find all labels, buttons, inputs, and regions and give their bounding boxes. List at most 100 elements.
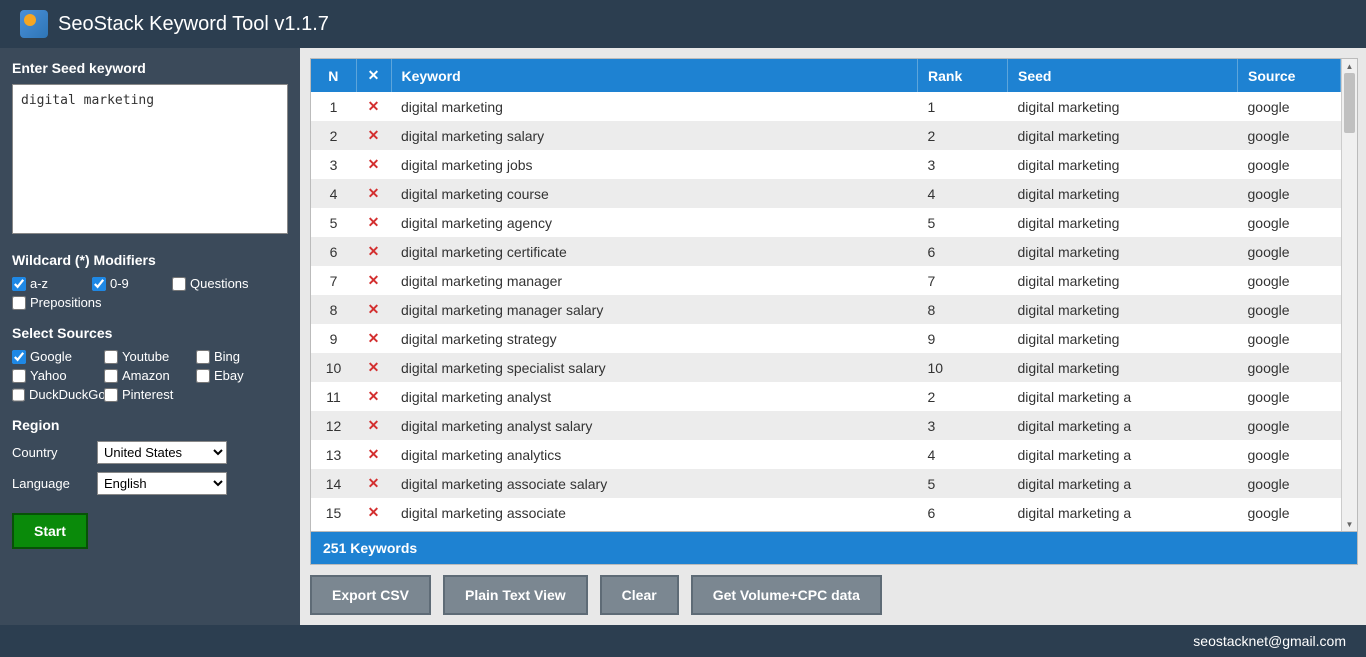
cell-source: google bbox=[1238, 469, 1341, 498]
delete-row-icon[interactable]: ✕ bbox=[356, 237, 391, 266]
cell-rank: 5 bbox=[918, 208, 1008, 237]
cell-source: google bbox=[1238, 150, 1341, 179]
delete-row-icon[interactable]: ✕ bbox=[356, 469, 391, 498]
source-Ebay-label[interactable]: Ebay bbox=[214, 368, 244, 383]
scroll-down-icon[interactable]: ▼ bbox=[1342, 517, 1357, 531]
col-n[interactable]: N bbox=[311, 59, 356, 92]
table-row[interactable]: 2 ✕ digital marketing salary 2 digital m… bbox=[311, 121, 1341, 150]
delete-row-icon[interactable]: ✕ bbox=[356, 179, 391, 208]
modifier-Questions-label[interactable]: Questions bbox=[190, 276, 249, 291]
delete-row-icon[interactable]: ✕ bbox=[356, 382, 391, 411]
scroll-thumb[interactable] bbox=[1344, 73, 1355, 133]
modifier-0-9-checkbox[interactable] bbox=[92, 277, 106, 291]
source-Amazon-checkbox[interactable] bbox=[104, 369, 118, 383]
country-select[interactable]: United States bbox=[97, 441, 227, 464]
source-Google-label[interactable]: Google bbox=[30, 349, 72, 364]
source-Youtube-label[interactable]: Youtube bbox=[122, 349, 169, 364]
table-row[interactable]: 5 ✕ digital marketing agency 5 digital m… bbox=[311, 208, 1341, 237]
table-row[interactable]: 6 ✕ digital marketing certificate 6 digi… bbox=[311, 237, 1341, 266]
source-Youtube-checkbox[interactable] bbox=[104, 350, 118, 364]
cell-rank: 8 bbox=[918, 295, 1008, 324]
table-row[interactable]: 10 ✕ digital marketing specialist salary… bbox=[311, 353, 1341, 382]
delete-row-icon[interactable]: ✕ bbox=[356, 411, 391, 440]
region-label: Region bbox=[12, 417, 288, 433]
cell-n: 8 bbox=[311, 295, 356, 324]
start-button[interactable]: Start bbox=[12, 513, 88, 549]
cell-rank: 3 bbox=[918, 150, 1008, 179]
clear-button[interactable]: Clear bbox=[600, 575, 679, 615]
volume-cpc-button[interactable]: Get Volume+CPC data bbox=[691, 575, 882, 615]
table-row[interactable]: 14 ✕ digital marketing associate salary … bbox=[311, 469, 1341, 498]
cell-n: 10 bbox=[311, 353, 356, 382]
cell-source: google bbox=[1238, 92, 1341, 121]
modifier-Prepositions-label[interactable]: Prepositions bbox=[30, 295, 102, 310]
vertical-scrollbar[interactable]: ▲ ▼ bbox=[1341, 59, 1357, 531]
table-row[interactable]: 13 ✕ digital marketing analytics 4 digit… bbox=[311, 440, 1341, 469]
modifier-a-z-label[interactable]: a-z bbox=[30, 276, 48, 291]
cell-source: google bbox=[1238, 411, 1341, 440]
seed-label: Enter Seed keyword bbox=[12, 60, 288, 76]
delete-row-icon[interactable]: ✕ bbox=[356, 150, 391, 179]
footer-email: seostacknet@gmail.com bbox=[1193, 633, 1346, 649]
cell-rank: 1 bbox=[918, 92, 1008, 121]
modifier-a-z-checkbox[interactable] bbox=[12, 277, 26, 291]
cell-n: 15 bbox=[311, 498, 356, 527]
modifier-Questions-checkbox[interactable] bbox=[172, 277, 186, 291]
cell-keyword: digital marketing bbox=[391, 92, 918, 121]
delete-row-icon[interactable]: ✕ bbox=[356, 353, 391, 382]
modifier-Prepositions-checkbox[interactable] bbox=[12, 296, 26, 310]
source-Ebay-checkbox[interactable] bbox=[196, 369, 210, 383]
cell-seed: digital marketing a bbox=[1008, 382, 1238, 411]
delete-row-icon[interactable]: ✕ bbox=[356, 92, 391, 121]
delete-row-icon[interactable]: ✕ bbox=[356, 121, 391, 150]
source-Pinterest-checkbox[interactable] bbox=[104, 388, 118, 402]
app-title: SeoStack Keyword Tool v1.1.7 bbox=[58, 13, 329, 36]
table-row[interactable]: 11 ✕ digital marketing analyst 2 digital… bbox=[311, 382, 1341, 411]
source-DuckDuckGo-checkbox[interactable] bbox=[12, 388, 25, 402]
source-Yahoo-label[interactable]: Yahoo bbox=[30, 368, 67, 383]
table-row[interactable]: 1 ✕ digital marketing 1 digital marketin… bbox=[311, 92, 1341, 121]
delete-row-icon[interactable]: ✕ bbox=[356, 498, 391, 527]
table-row[interactable]: 8 ✕ digital marketing manager salary 8 d… bbox=[311, 295, 1341, 324]
source-Pinterest-label[interactable]: Pinterest bbox=[122, 387, 173, 402]
plain-text-button[interactable]: Plain Text View bbox=[443, 575, 588, 615]
table-row[interactable]: 4 ✕ digital marketing course 4 digital m… bbox=[311, 179, 1341, 208]
col-seed[interactable]: Seed bbox=[1008, 59, 1238, 92]
table-row[interactable]: 3 ✕ digital marketing jobs 3 digital mar… bbox=[311, 150, 1341, 179]
scroll-up-icon[interactable]: ▲ bbox=[1342, 59, 1357, 73]
seed-input[interactable]: digital marketing bbox=[12, 84, 288, 234]
cell-n: 14 bbox=[311, 469, 356, 498]
col-source[interactable]: Source bbox=[1238, 59, 1341, 92]
cell-keyword: digital marketing course bbox=[391, 179, 918, 208]
export-csv-button[interactable]: Export CSV bbox=[310, 575, 431, 615]
col-keyword[interactable]: Keyword bbox=[391, 59, 918, 92]
table-row[interactable]: 12 ✕ digital marketing analyst salary 3 … bbox=[311, 411, 1341, 440]
source-Bing-label[interactable]: Bing bbox=[214, 349, 240, 364]
source-Amazon-label[interactable]: Amazon bbox=[122, 368, 170, 383]
delete-row-icon[interactable]: ✕ bbox=[356, 440, 391, 469]
delete-row-icon[interactable]: ✕ bbox=[356, 324, 391, 353]
source-DuckDuckGo-label[interactable]: DuckDuckGo bbox=[29, 387, 106, 402]
cell-source: google bbox=[1238, 208, 1341, 237]
cell-seed: digital marketing bbox=[1008, 150, 1238, 179]
cell-rank: 6 bbox=[918, 498, 1008, 527]
delete-row-icon[interactable]: ✕ bbox=[356, 266, 391, 295]
language-select[interactable]: English bbox=[97, 472, 227, 495]
results-table: N ✕ Keyword Rank Seed Source 1 ✕ digital… bbox=[311, 59, 1341, 527]
table-row[interactable]: 15 ✕ digital marketing associate 6 digit… bbox=[311, 498, 1341, 527]
table-row[interactable]: 9 ✕ digital marketing strategy 9 digital… bbox=[311, 324, 1341, 353]
cell-seed: digital marketing bbox=[1008, 353, 1238, 382]
source-Google-checkbox[interactable] bbox=[12, 350, 26, 364]
delete-row-icon[interactable]: ✕ bbox=[356, 208, 391, 237]
col-delete[interactable]: ✕ bbox=[356, 59, 391, 92]
source-Bing-checkbox[interactable] bbox=[196, 350, 210, 364]
modifier-0-9-label[interactable]: 0-9 bbox=[110, 276, 129, 291]
source-Yahoo-checkbox[interactable] bbox=[12, 369, 26, 383]
cell-keyword: digital marketing specialist salary bbox=[391, 353, 918, 382]
col-rank[interactable]: Rank bbox=[918, 59, 1008, 92]
cell-source: google bbox=[1238, 440, 1341, 469]
cell-rank: 5 bbox=[918, 469, 1008, 498]
delete-row-icon[interactable]: ✕ bbox=[356, 295, 391, 324]
cell-source: google bbox=[1238, 498, 1341, 527]
table-row[interactable]: 7 ✕ digital marketing manager 7 digital … bbox=[311, 266, 1341, 295]
